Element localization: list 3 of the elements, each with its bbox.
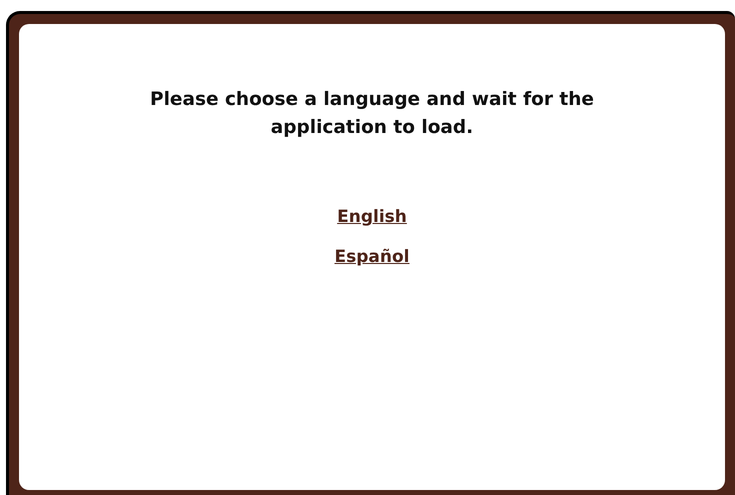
language-link[interactable]: Español xyxy=(334,244,410,270)
instruction-text: Please choose a language and wait for the application to load. xyxy=(149,88,595,140)
language-link[interactable]: English xyxy=(337,204,407,230)
